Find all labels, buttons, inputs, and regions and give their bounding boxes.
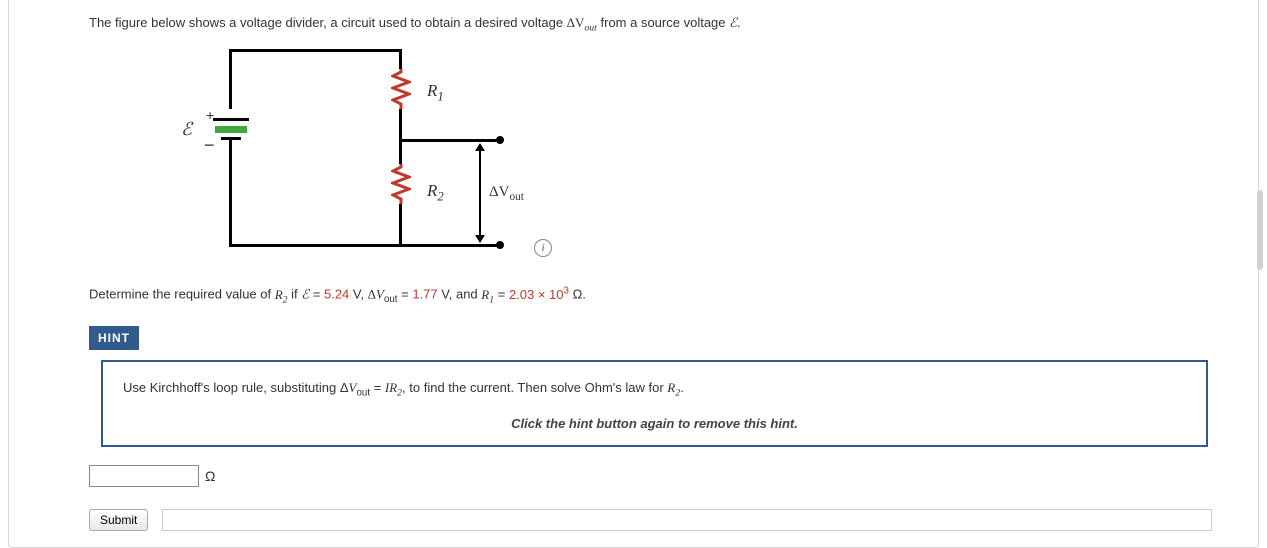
scrollbar[interactable] [1257,190,1263,270]
intro-dv: ΔVout [567,15,597,30]
submit-button[interactable]: Submit [89,509,148,531]
intro-eps: ℰ [729,15,737,30]
answer-input[interactable] [89,465,199,487]
info-icon[interactable]: i [534,239,552,257]
answer-row: Ω [89,465,1238,487]
r1-label: R1 [427,81,444,104]
eps-label: ℰ [181,119,192,140]
battery-minus: − [204,135,215,156]
answer-unit: Ω [205,468,215,484]
circuit-figure: + − ℰ R1 R2 ΔVout i [179,49,599,264]
r2-label: R2 [427,181,444,204]
intro-suffix: . [737,15,741,30]
intro-prefix: The figure below shows a voltage divider… [89,15,567,30]
question-card: The figure below shows a voltage divider… [8,0,1259,548]
hint-content: Use Kirchhoff's loop rule, substituting … [123,380,1186,399]
determine-text: Determine the required value of R2 if ℰ … [89,284,1238,308]
resistor-r2-icon [391,164,411,204]
intro-text: The figure below shows a voltage divider… [89,14,1238,35]
intro-mid: from a source voltage [597,15,729,30]
tries-box [162,509,1212,531]
resistor-r1-icon [391,69,411,109]
dv-out-label: ΔVout [489,184,524,203]
submit-row: Submit [89,509,1238,531]
hint-box: Use Kirchhoff's loop rule, substituting … [101,360,1208,448]
hint-button[interactable]: HINT [89,326,139,350]
hint-close-text: Click the hint button again to remove th… [123,416,1186,431]
